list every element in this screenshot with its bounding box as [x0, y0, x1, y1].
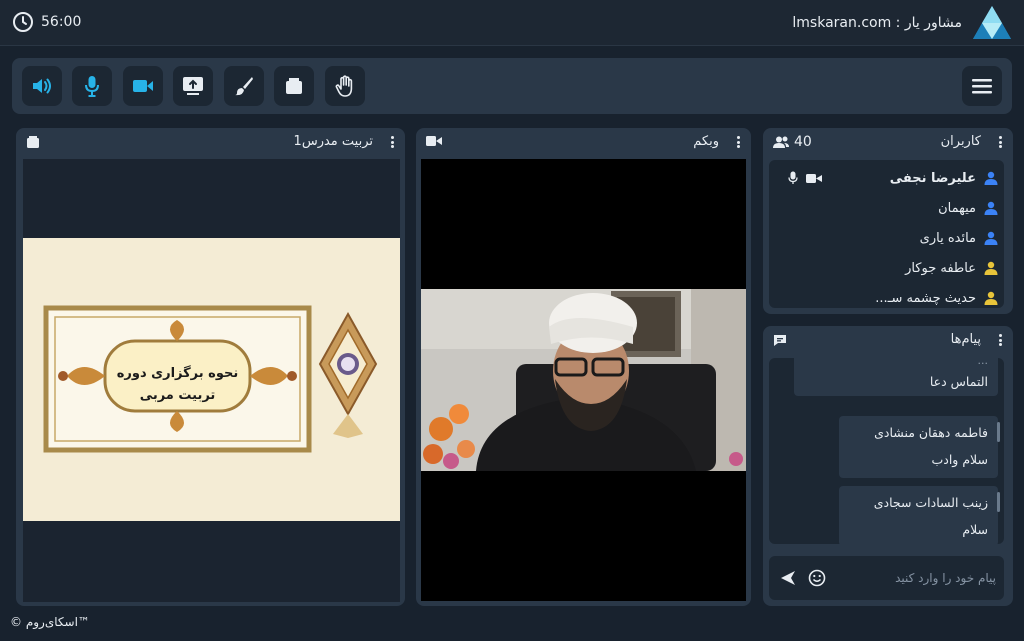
- toolbar: [12, 58, 1012, 114]
- raise-hand-button[interactable]: [325, 66, 365, 106]
- users-icon: [773, 136, 789, 148]
- message-composer: [769, 556, 1004, 600]
- slide-title-line1: نحوه برگزاری دوره: [116, 366, 239, 381]
- folder-icon: [27, 136, 39, 148]
- panel-options-button[interactable]: [995, 332, 1005, 348]
- microphone-button[interactable]: [72, 66, 112, 106]
- user-row[interactable]: حدیث چشمه سـ...: [875, 286, 998, 308]
- message-item: زینب السادات سجادی سلام: [839, 486, 1000, 544]
- user-name: حدیث چشمه سـ...: [875, 290, 976, 306]
- panel-options-button[interactable]: [995, 134, 1005, 150]
- brand: lmskaran.com : مشاور یار: [792, 5, 1012, 41]
- user-row[interactable]: علیرضا نجفی: [788, 166, 998, 190]
- brush-icon: [235, 77, 253, 96]
- user-icon: [984, 171, 998, 185]
- users-panel: 40 کاربران علیرضا نجفی میهمان مائده یاری عا…: [763, 128, 1013, 314]
- user-row[interactable]: عاطفه جوکار: [905, 256, 998, 280]
- session-timer: 56:00: [12, 11, 81, 33]
- microphone-icon: [788, 171, 798, 184]
- webcam-feed-image: [421, 289, 746, 471]
- messages-list: ... التماس دعا فاطمه دهقان منشادی سلام و…: [769, 358, 1004, 544]
- slide-viewport: نحوه برگزاری دوره تربیت مربی: [23, 159, 400, 602]
- folder-icon: [286, 78, 302, 94]
- message-text: سلام وادب: [931, 452, 989, 467]
- user-name: علیرضا نجفی: [889, 170, 976, 186]
- panel-options-button[interactable]: [387, 134, 397, 150]
- user-icon: [984, 231, 998, 245]
- user-name: میهمان: [938, 200, 976, 216]
- message-author: زینب السادات سجادی: [873, 495, 988, 510]
- message-item: فاطمه دهقان منشادی سلام وادب: [839, 416, 1000, 478]
- user-name: عاطفه جوکار: [905, 260, 976, 276]
- user-media-status: [788, 171, 822, 185]
- top-bar: 56:00 lmskaran.com : مشاور یار: [0, 0, 1024, 46]
- video-camera-icon: [805, 173, 822, 183]
- message-text: التماس دعا: [929, 374, 988, 389]
- user-row[interactable]: میهمان: [938, 196, 998, 220]
- footer-copyright: © اسکای‌روم™: [10, 615, 90, 629]
- video-camera-icon: [426, 136, 442, 146]
- message-author: ...: [977, 358, 989, 367]
- message-author: فاطمه دهقان منشادی: [874, 425, 988, 440]
- users-count: 40: [794, 134, 812, 150]
- video-camera-icon: [133, 80, 153, 92]
- message-text: سلام: [962, 522, 988, 537]
- webcam-video: [421, 159, 746, 601]
- user-row[interactable]: مائده یاری: [920, 226, 998, 250]
- message-input[interactable]: [846, 566, 996, 590]
- files-button[interactable]: [274, 66, 314, 106]
- whiteboard-button[interactable]: [224, 66, 264, 106]
- brand-text: lmskaran.com : مشاور یار: [792, 15, 962, 31]
- microphone-icon: [85, 76, 99, 97]
- users-list: علیرضا نجفی میهمان مائده یاری عاطفه جوکار حد…: [769, 160, 1004, 308]
- clock-icon: [13, 12, 33, 32]
- screen-share-icon: [183, 77, 203, 95]
- user-name: مائده یاری: [919, 230, 976, 246]
- messages-panel: پیام‌ها ... التماس دعا فاطمه دهقان منشاد…: [763, 326, 1013, 606]
- presentation-panel: تربیت مدرس1 نحوه برگزاری دوره تربیت مربی: [16, 128, 405, 606]
- users-title: کاربران: [940, 134, 981, 149]
- hamburger-menu-icon: [972, 79, 992, 94]
- speaker-button[interactable]: [22, 66, 62, 106]
- presentation-slide: نحوه برگزاری دوره تربیت مربی: [23, 238, 400, 521]
- presentation-title: تربیت مدرس1: [293, 134, 373, 149]
- user-icon: [984, 291, 998, 305]
- logo-icon: [973, 6, 1011, 39]
- message-item: ... التماس دعا: [794, 358, 998, 396]
- user-icon: [984, 201, 998, 215]
- camera-button[interactable]: [123, 66, 163, 106]
- menu-button[interactable]: [962, 66, 1002, 106]
- hand-icon: [335, 75, 353, 97]
- webcam-panel: وبکم: [416, 128, 751, 606]
- emoji-icon[interactable]: [808, 569, 826, 587]
- speaker-icon: [33, 78, 51, 94]
- panel-options-button[interactable]: [733, 134, 743, 150]
- send-icon[interactable]: [781, 571, 795, 585]
- timer-value: 56:00: [41, 14, 82, 30]
- messages-title: پیام‌ها: [950, 332, 981, 347]
- webcam-title: وبکم: [693, 134, 719, 149]
- chat-icon: [774, 335, 786, 346]
- screen-share-button[interactable]: [173, 66, 213, 106]
- user-icon: [984, 261, 998, 275]
- slide-title-line2: تربیت مربی: [139, 388, 216, 403]
